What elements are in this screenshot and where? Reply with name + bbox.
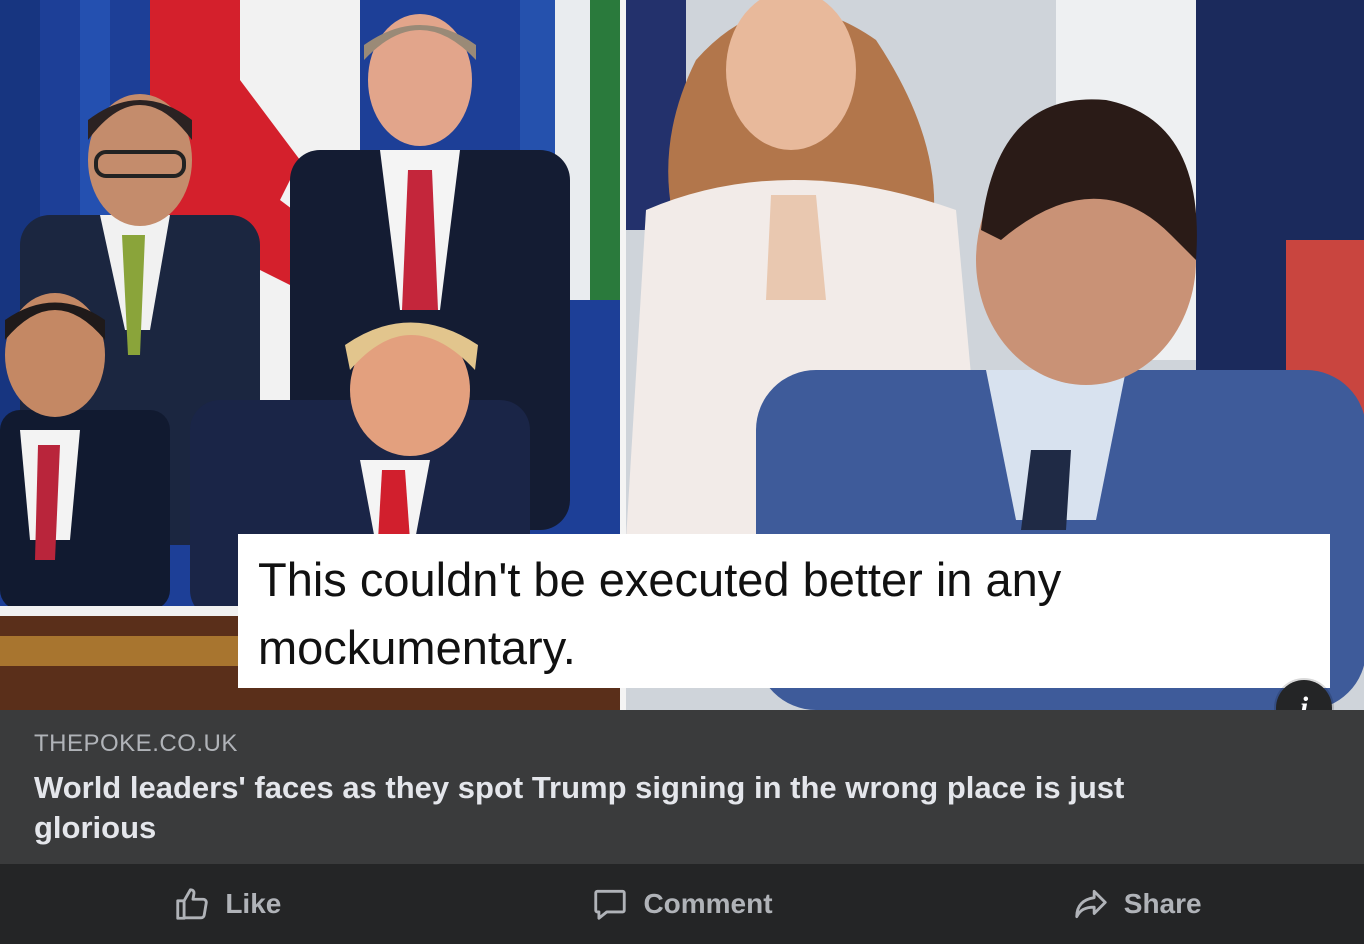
like-button[interactable]: Like [0, 874, 455, 934]
post-action-bar: Like Comment Share [0, 864, 1364, 944]
comment-button[interactable]: Comment [455, 874, 910, 934]
image-caption-box: This couldn't be executed better in any … [238, 534, 1330, 688]
comment-label: Comment [643, 888, 773, 919]
link-domain: THEPOKE.CO.UK [34, 730, 238, 757]
share-label: Share [1123, 888, 1202, 919]
link-post-card: This couldn't be executed better in any … [0, 0, 1364, 944]
share-button[interactable]: Share [909, 874, 1364, 934]
link-preview-image[interactable]: This couldn't be executed better in any … [0, 0, 1364, 710]
like-label: Like [225, 888, 282, 919]
link-meta[interactable]: THEPOKE.CO.UK World leaders' faces as th… [0, 710, 1364, 864]
link-title[interactable]: World leaders' faces as they spot Trump … [34, 768, 1254, 848]
thumbs-up-icon [176, 888, 208, 920]
share-icon [1075, 889, 1107, 919]
comment-icon [594, 889, 627, 920]
image-caption-text: This couldn't be executed better in any … [258, 553, 1062, 674]
